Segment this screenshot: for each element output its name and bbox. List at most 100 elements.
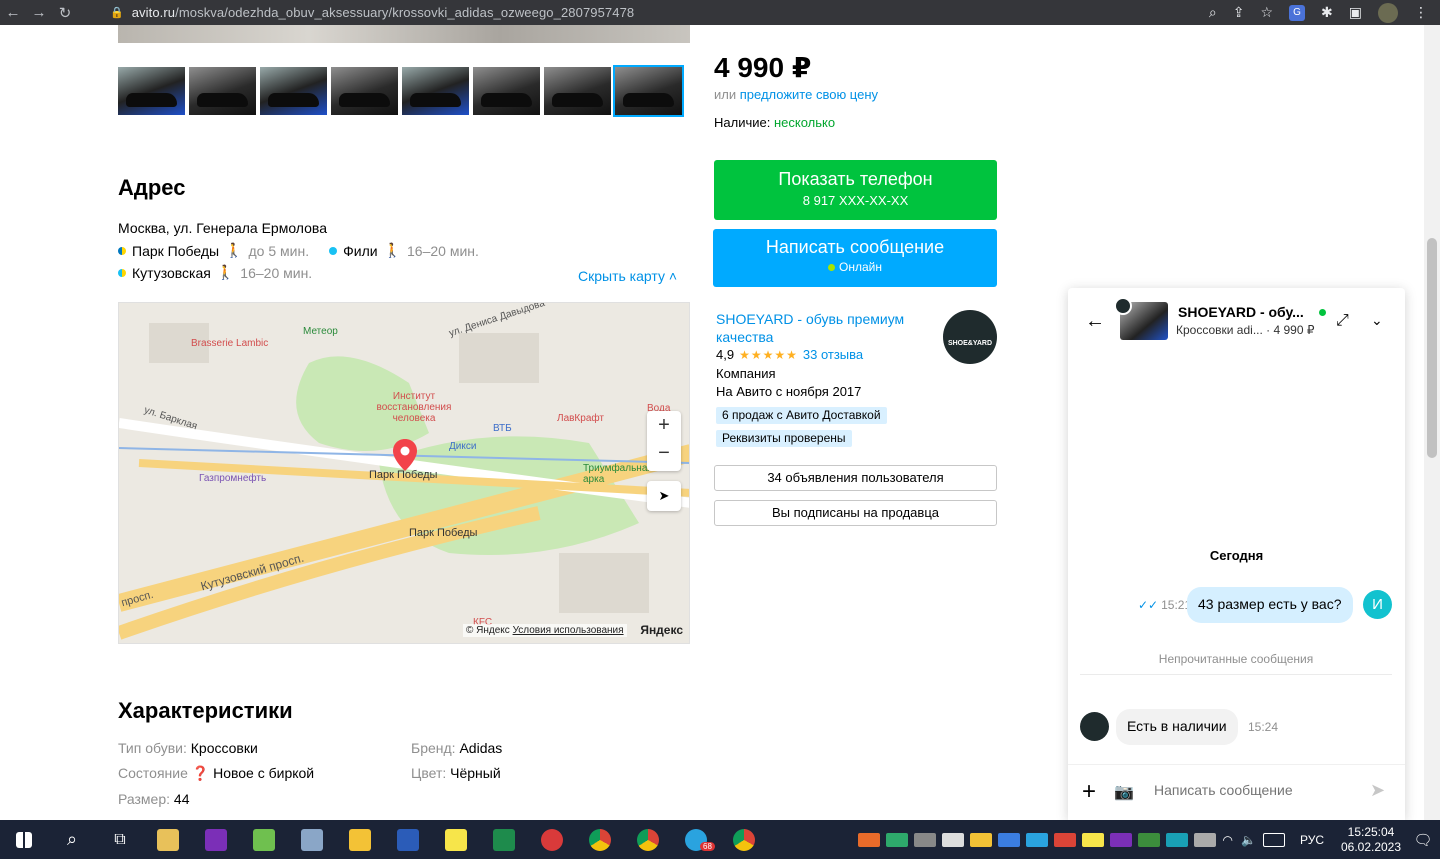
characteristics-heading: Характеристики bbox=[118, 698, 293, 723]
tray-icon[interactable] bbox=[997, 832, 1020, 847]
clock[interactable]: 15:25:04 06.02.2023 bbox=[1336, 825, 1406, 855]
word-icon[interactable] bbox=[384, 820, 432, 859]
back-arrow-icon[interactable]: ← bbox=[1085, 310, 1105, 333]
tray-icon[interactable] bbox=[1081, 832, 1104, 847]
tray-icon[interactable] bbox=[885, 832, 908, 847]
notifications-icon[interactable]: 🗨 bbox=[1406, 831, 1440, 849]
notepad-icon[interactable] bbox=[240, 820, 288, 859]
translate-extension-icon[interactable]: G bbox=[1289, 4, 1306, 21]
message-time: ✓✓ 15:21 bbox=[1138, 598, 1192, 612]
app-red-icon[interactable] bbox=[528, 820, 576, 859]
camera-icon[interactable]: 📷 bbox=[1114, 782, 1134, 802]
thumbnail-selected[interactable] bbox=[613, 65, 684, 117]
help-icon[interactable]: ❓ bbox=[192, 765, 209, 781]
map[interactable]: Brasserie Lambic Метеор ул. Дениса Давыд… bbox=[118, 302, 690, 644]
wifi-icon[interactable]: ◠ bbox=[1223, 833, 1233, 847]
tray-icon[interactable] bbox=[941, 832, 964, 847]
star-icon[interactable]: ☆ bbox=[1260, 4, 1273, 21]
thumbnail[interactable] bbox=[544, 67, 611, 115]
task-view-icon[interactable]: ⧉ bbox=[96, 820, 144, 859]
lock-icon: 🔒 bbox=[110, 7, 124, 19]
thumbnail[interactable] bbox=[402, 67, 469, 115]
tray-icon[interactable] bbox=[1137, 832, 1160, 847]
tray-icon[interactable] bbox=[913, 832, 936, 847]
reviews-link[interactable]: 33 отзыва bbox=[803, 347, 863, 362]
chrome-icon[interactable] bbox=[624, 820, 672, 859]
attach-plus-icon[interactable]: + bbox=[1082, 778, 1096, 806]
profile-avatar[interactable] bbox=[1378, 2, 1398, 23]
page-scrollbar[interactable] bbox=[1424, 25, 1440, 820]
search-icon[interactable]: ⌕ bbox=[48, 820, 96, 859]
chevron-down-icon[interactable]: ⌄ bbox=[1371, 312, 1383, 329]
verified-badge: Реквизиты проверены bbox=[716, 430, 852, 447]
tray-icon[interactable] bbox=[1053, 832, 1076, 847]
geolocation-button[interactable]: ➤ bbox=[647, 481, 681, 511]
keyboard-icon[interactable] bbox=[1262, 832, 1285, 847]
chrome-icon[interactable] bbox=[720, 820, 768, 859]
back-icon[interactable]: ← bbox=[0, 4, 26, 21]
reload-icon[interactable]: ↻ bbox=[52, 4, 78, 22]
thumbnail[interactable] bbox=[118, 67, 185, 115]
zoom-icon[interactable]: ⌕ bbox=[1209, 4, 1217, 21]
share-icon[interactable]: ⇪ bbox=[1233, 4, 1245, 21]
item-thumbnail[interactable] bbox=[1114, 297, 1168, 340]
walk-icon: 🚶 bbox=[216, 264, 235, 280]
tray-icon[interactable] bbox=[1165, 832, 1188, 847]
forward-icon[interactable]: → bbox=[26, 4, 52, 21]
message-input[interactable] bbox=[1154, 782, 1354, 798]
delivery-badge: 6 продаж с Авито Доставкой bbox=[716, 407, 887, 424]
extensions-icon[interactable]: ✱ bbox=[1321, 4, 1333, 21]
seller-avatar bbox=[1080, 712, 1109, 741]
address-bar[interactable]: 🔒 avito.ru/moskva/odezhda_obuv_aksessuar… bbox=[110, 0, 1270, 25]
url-text: avito.ru/moskva/odezhda_obuv_aksessuary/… bbox=[131, 5, 635, 20]
main-photo[interactable] bbox=[118, 25, 690, 43]
sticky-notes-icon[interactable] bbox=[432, 820, 480, 859]
explorer-icon[interactable] bbox=[144, 820, 192, 859]
thumbnail[interactable] bbox=[189, 67, 256, 115]
tray-icon[interactable] bbox=[1109, 832, 1132, 847]
send-icon[interactable]: ➤ bbox=[1370, 780, 1385, 801]
onenote-icon[interactable] bbox=[192, 820, 240, 859]
write-message-button[interactable]: Написать сообщение Онлайн bbox=[713, 229, 997, 287]
tray-icon[interactable] bbox=[857, 832, 880, 847]
thumbnail[interactable] bbox=[331, 67, 398, 115]
language-indicator[interactable]: РУС bbox=[1300, 833, 1324, 847]
metro-line-icon bbox=[329, 246, 338, 255]
walk-icon: 🚶 bbox=[225, 242, 243, 258]
sidepanel-icon[interactable]: ▣ bbox=[1349, 4, 1362, 21]
thumbnail[interactable] bbox=[260, 67, 327, 115]
app-icon[interactable] bbox=[288, 820, 336, 859]
telegram-icon[interactable]: 68 bbox=[672, 820, 720, 859]
chrome-icon[interactable] bbox=[576, 820, 624, 859]
zoom-out-button[interactable]: − bbox=[647, 439, 681, 467]
windows-start-icon[interactable] bbox=[0, 820, 48, 859]
availability: Наличие: несколько bbox=[714, 115, 836, 130]
map-label: Триумфальная арка bbox=[583, 463, 653, 485]
seller-ads-button[interactable]: 34 объявления пользователя bbox=[714, 465, 997, 491]
folder-icon[interactable] bbox=[336, 820, 384, 859]
map-terms-link[interactable]: Условия использования bbox=[513, 625, 624, 636]
expand-icon[interactable]: ⤢ bbox=[1336, 312, 1349, 330]
excel-icon[interactable] bbox=[480, 820, 528, 859]
tray-icon[interactable] bbox=[969, 832, 992, 847]
map-label: Brasserie Lambic bbox=[191, 338, 269, 349]
menu-icon[interactable]: ⋮ bbox=[1414, 4, 1428, 21]
metro-line-icon bbox=[118, 246, 126, 255]
offer-price-link[interactable]: предложите свою цену bbox=[740, 87, 878, 102]
photo-thumbnails bbox=[118, 65, 684, 117]
show-phone-button[interactable]: Показать телефон 8 917 XXX-XX-XX bbox=[714, 160, 997, 220]
scrollbar-thumb[interactable] bbox=[1427, 238, 1437, 458]
char-item: Размер: 44 bbox=[118, 791, 190, 807]
map-copyright: © Яндекс Условия использования bbox=[463, 624, 627, 637]
seller-logo[interactable]: SHOE&YARD bbox=[943, 310, 997, 364]
subscribed-button[interactable]: Вы подписаны на продавца bbox=[714, 500, 997, 526]
thumbnail[interactable] bbox=[473, 67, 540, 115]
tray-icon[interactable] bbox=[1025, 832, 1048, 847]
seller-name-link[interactable]: SHOEYARD - обувь премиум качества bbox=[716, 310, 936, 346]
volume-icon[interactable]: 🔈 bbox=[1241, 833, 1256, 847]
hide-map-link[interactable]: Скрыть карту ˄ bbox=[578, 268, 677, 284]
metro-row: Парк Победы 🚶 до 5 мин. Фили 🚶 16–20 мин… bbox=[118, 242, 479, 259]
battery-icon[interactable] bbox=[1193, 832, 1216, 847]
char-item: Тип обуви: Кроссовки bbox=[118, 740, 258, 756]
zoom-in-button[interactable]: + bbox=[647, 411, 681, 439]
